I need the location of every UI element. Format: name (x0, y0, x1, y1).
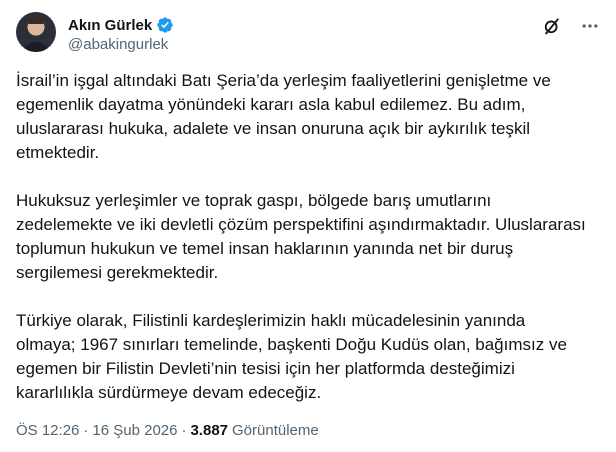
tweet-text: İsrail’in işgal altındaki Batı Şeria’da … (16, 69, 586, 405)
verified-badge-icon (156, 16, 174, 34)
tweet-time-link[interactable]: ÖS 12:26 (16, 422, 79, 439)
author-handle[interactable]: @abakingurlek (68, 36, 168, 53)
tweet-paragraph: Türkiye olarak, Filistinli kardeşlerimiz… (16, 311, 567, 402)
views-label: Görüntüleme (232, 422, 319, 439)
tweet-paragraph: İsrail’in işgal altındaki Batı Şeria’da … (16, 71, 551, 162)
tweet-time: ÖS 12:26 (16, 422, 80, 439)
meta-separator: · (181, 422, 187, 439)
author-name-row: Akın Gürlek (68, 16, 174, 34)
header-actions (542, 16, 600, 36)
grok-icon[interactable] (542, 16, 562, 36)
tweet-date: 16 Şub 2026 (92, 422, 178, 439)
tweet-header: Akın Gürlek @abakingurlek (16, 10, 600, 58)
tweet-meta: ÖS 12:26 · 16 Şub 2026 · 3.887 Görüntüle… (16, 422, 319, 439)
more-options-icon[interactable] (580, 16, 600, 36)
avatar-hair (28, 17, 44, 24)
avatar[interactable] (16, 12, 56, 52)
views-count: 3.887 (190, 422, 229, 439)
tweet-paragraph: Hukuksuz yerleşimler ve toprak gaspı, bö… (16, 191, 586, 282)
author-display-name[interactable]: Akın Gürlek (68, 17, 152, 34)
meta-separator: · (83, 422, 89, 439)
avatar-shirt (22, 42, 50, 52)
tweet-card: Akın Gürlek @abakingurlek İsrail’in işga… (0, 0, 616, 452)
tweet-date-link[interactable]: 16 Şub 2026 (92, 422, 177, 439)
